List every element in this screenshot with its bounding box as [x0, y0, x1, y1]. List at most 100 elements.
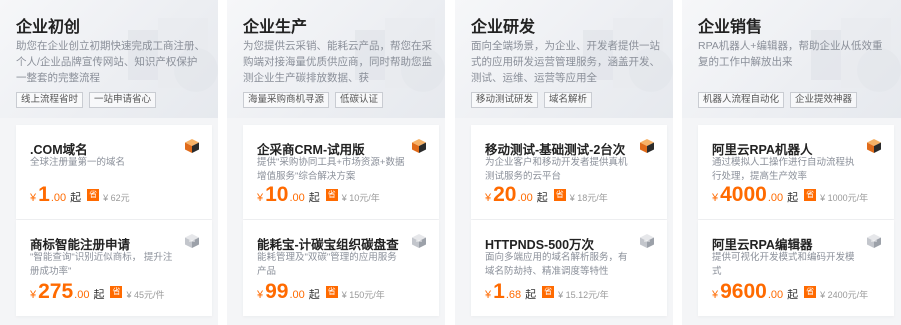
price-decimal: .00 [517, 192, 533, 204]
category-title[interactable]: 企业销售 [698, 13, 762, 37]
product-card[interactable]: 阿里云RPA编辑器 提供可视化开发模式和编码开发模式 ¥9600.00 起省 ¥ 240… [698, 220, 894, 316]
gray-cube-icon [639, 233, 655, 249]
original-price: ¥ 150元/年 [341, 290, 385, 300]
category-title[interactable]: 企业研发 [471, 13, 535, 37]
save-badge: 省 [804, 189, 817, 201]
save-badge: 省 [553, 189, 566, 201]
price-decimal: .00 [289, 289, 305, 301]
save-badge: 省 [87, 189, 100, 201]
currency-symbol: ¥ [485, 192, 492, 204]
product-card[interactable]: 能耗宝-计碳宝组织碳盘查 能耗管理及"双碳"管理的应用服务产品 ¥99.00 起省 ¥ … [243, 220, 439, 316]
orange-cube-icon [184, 138, 200, 154]
price-row: ¥20.00 起省 ¥ 18元/年 [485, 183, 608, 207]
category-column-1: 企业生产 为您提供云采销、能耗云产品，帮您在采购端对接海量优质供应商，同时帮助您监… [227, 0, 445, 325]
price-amount: 20 [493, 183, 517, 206]
original-price: ¥ 18元/年 [569, 193, 608, 203]
price-decimal: .00 [74, 289, 90, 301]
price-suffix: 起 [308, 192, 320, 204]
product-card[interactable]: 阿里云RPA机器人 通过模拟人工操作进行自动流程执行处理，提高生产效率 ¥4000.… [698, 125, 894, 219]
category-description: RPA机器人+编辑器，帮助企业从低效重复的工作中解放出来 [698, 40, 883, 68]
gray-cube-icon [866, 233, 882, 249]
product-description: 通过模拟人工操作进行自动流程执行处理，提高生产效率 [712, 157, 855, 182]
original-price: ¥ 10元/年 [341, 193, 380, 203]
original-price: ¥ 2400元/年 [820, 290, 869, 300]
currency-symbol: ¥ [30, 289, 37, 301]
price-suffix: 起 [308, 289, 320, 301]
product-description: 面向多端应用的域名解析服务，有域名防劫持、精准调度等特性 [485, 252, 628, 277]
price-row: ¥1.68 起省 ¥ 15.12元/年 [485, 280, 609, 304]
product-description: 全球注册量第一的域名 [30, 157, 126, 168]
category-tag[interactable]: 移动测试研发 [471, 92, 539, 108]
currency-symbol: ¥ [712, 192, 719, 204]
original-price: ¥ 1000元/年 [820, 193, 869, 203]
price-row: ¥1.00 起省 ¥ 62元 [30, 183, 130, 207]
save-badge: 省 [542, 286, 555, 298]
original-price: ¥ 62元 [103, 193, 130, 203]
price-amount: 1 [493, 280, 505, 303]
price-decimal: .68 [505, 289, 522, 301]
original-price: ¥ 15.12元/年 [558, 290, 609, 300]
category-title[interactable]: 企业初创 [16, 13, 80, 37]
currency-symbol: ¥ [485, 289, 492, 301]
currency-symbol: ¥ [712, 289, 719, 301]
price-amount: 1 [38, 183, 50, 206]
category-hero: 企业销售 RPA机器人+编辑器，帮助企业从低效重复的工作中解放出来机器人流程自动化… [682, 0, 901, 118]
price-row: ¥10.00 起省 ¥ 10元/年 [257, 183, 380, 207]
price-row: ¥9600.00 起省 ¥ 2400元/年 [712, 280, 868, 304]
category-hero: 企业初创助您在企业创立初期快速完成工商注册、个人/企业品牌宣传网站、知识产权保护… [0, 0, 218, 118]
category-hero: 企业生产 为您提供云采销、能耗云产品，帮您在采购端对接海量优质供应商，同时帮助您监… [227, 0, 445, 118]
product-card[interactable]: 企采商CRM-试用版 提供"采购协同工具+市场资源+数据增值服务"综合解决方案 ¥1… [243, 125, 439, 219]
orange-cube-icon [639, 138, 655, 154]
gray-cube-icon [184, 233, 200, 249]
price-amount: 275 [38, 280, 74, 303]
save-badge: 省 [110, 286, 123, 298]
product-description: 提供可视化开发模式和编码开发模式 [712, 252, 855, 277]
category-column-2: 企业研发面向全端场景，为企业、开发者提供一站式的应用研发运营管理服务，涵盖开发、… [455, 0, 673, 325]
price-row: ¥99.00 起省 ¥ 150元/年 [257, 280, 385, 304]
save-badge: 省 [804, 286, 817, 298]
category-column-3: 企业销售 RPA机器人+编辑器，帮助企业从低效重复的工作中解放出来机器人流程自动化… [682, 0, 901, 325]
currency-symbol: ¥ [257, 289, 264, 301]
price-suffix: 起 [525, 289, 537, 301]
price-amount: 9600 [720, 280, 767, 303]
product-card[interactable]: 移动测试-基础测试-2台次 为企业客户和移动开发者提供真机测试服务的云平台 ¥20.… [471, 125, 667, 219]
category-tags: 移动测试研发 域名解析 [471, 92, 593, 108]
category-tags: 机器人流程自动化 企业提效神器 [698, 92, 858, 108]
orange-cube-icon [411, 138, 427, 154]
category-description: 面向全端场景，为企业、开发者提供一站式的应用研发运营管理服务，涵盖开发、测试、运… [471, 40, 660, 84]
category-description: 助您在企业创立初期快速完成工商注册、个人/企业品牌宣传网站、知识产权保护一整套的… [16, 40, 205, 84]
product-description: 为企业客户和移动开发者提供真机测试服务的云平台 [485, 157, 628, 182]
price-amount: 4000 [720, 183, 767, 206]
orange-cube-icon [866, 138, 882, 154]
price-amount: 10 [265, 183, 289, 206]
category-tag[interactable]: 域名解析 [544, 92, 593, 108]
price-suffix: 起 [70, 192, 82, 204]
category-tag[interactable]: 低碳认证 [335, 92, 384, 108]
price-row: ¥4000.00 起省 ¥ 1000元/年 [712, 183, 868, 207]
price-suffix: 起 [787, 289, 799, 301]
original-price: ¥ 45元/件 [126, 290, 165, 300]
product-card[interactable]: .COM域名 全球注册量第一的域名 ¥1.00 起省 ¥ 62元 [16, 125, 212, 219]
product-card[interactable]: 商标智能注册申请 "智能查询"识别近似商标， 提升注册成功率" ¥275.00 起省 ¥… [16, 220, 212, 316]
price-decimal: .00 [767, 192, 784, 204]
category-column-0: 企业初创助您在企业创立初期快速完成工商注册、个人/企业品牌宣传网站、知识产权保护… [0, 0, 218, 325]
category-tag[interactable]: 企业提效神器 [790, 92, 858, 108]
price-decimal: .00 [289, 192, 305, 204]
product-card[interactable]: HTTPNDS-500万次 面向多端应用的域名解析服务，有域名防劫持、精准调度等特… [471, 220, 667, 316]
save-badge: 省 [325, 286, 338, 298]
category-title[interactable]: 企业生产 [243, 13, 307, 37]
category-tag[interactable]: 海量采购商机寻源 [243, 92, 330, 108]
price-decimal: .00 [767, 289, 784, 301]
product-description: 提供"采购协同工具+市场资源+数据增值服务"综合解决方案 [257, 157, 405, 182]
category-hero: 企业研发面向全端场景，为企业、开发者提供一站式的应用研发运营管理服务，涵盖开发、… [455, 0, 673, 118]
price-decimal: .00 [50, 192, 67, 204]
product-description: "智能查询"识别近似商标， 提升注册成功率" [30, 252, 173, 277]
category-tag[interactable]: 线上流程省时 [16, 92, 84, 108]
category-tag[interactable]: 机器人流程自动化 [698, 92, 785, 108]
price-suffix: 起 [536, 192, 548, 204]
category-tag[interactable]: 一站申请省心 [89, 92, 157, 108]
category-tags: 线上流程省时 一站申请省心 [16, 92, 157, 108]
category-tags: 海量采购商机寻源 低碳认证 [243, 92, 384, 108]
currency-symbol: ¥ [257, 192, 264, 204]
price-suffix: 起 [93, 289, 105, 301]
